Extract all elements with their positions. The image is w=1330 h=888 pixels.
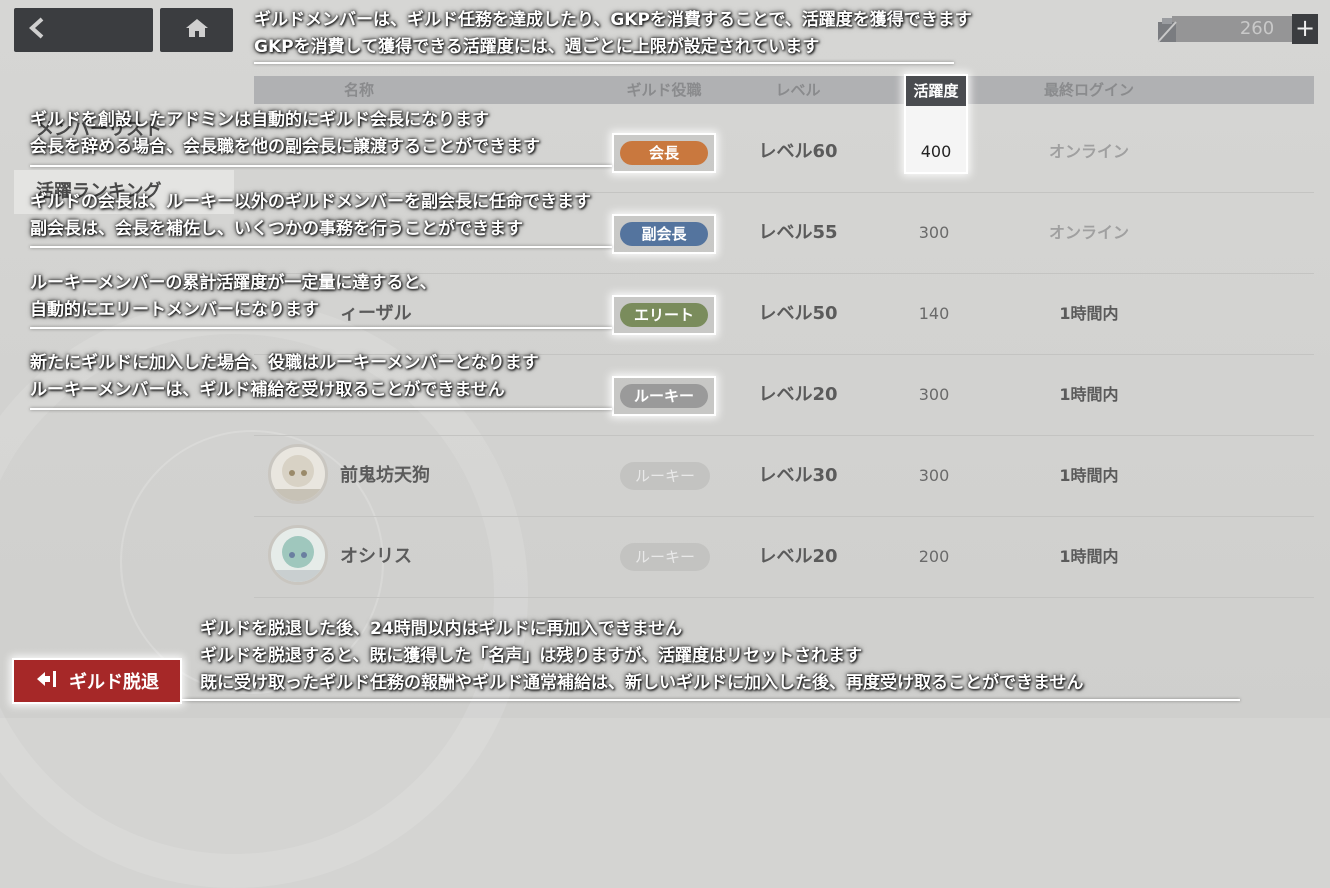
tutorial-text-leave-2: ギルドを脱退すると、既に獲得した「名声」は残りますが、活躍度はリセットされます [200,646,862,666]
role-badge-highlight-vice: 副会長 [612,214,716,254]
tutorial-text-vice-2: 副会長は、会長を補佐し、いくつかの事務を行うことができます [30,219,523,239]
role-badge: ルーキー [620,462,710,490]
leave-guild-button[interactable]: ギルド脱退 [12,658,182,704]
tutorial-underline [30,408,612,410]
member-last-login: 1時間内 [1059,466,1119,485]
tutorial-text-rookie-1: 新たにギルドに加入した場合、役職はルーキーメンバーとなります [30,353,539,373]
leave-guild-label: ギルド脱退 [69,672,159,693]
back-button[interactable] [14,8,153,52]
activity-column-highlight: 活躍度 400 [904,74,968,174]
header-level: レベル [775,81,821,99]
member-activity: 300 [918,223,950,242]
tutorial-underline [182,699,1240,701]
member-last-login: オンライン [1048,223,1129,242]
role-badge-highlight-leader: 会長 [612,133,716,173]
member-activity: 400 [920,142,952,161]
table-row[interactable]: オシリス ルーキー レベル20 200 1時間内 [254,517,1314,598]
home-icon [184,17,210,43]
header-role: ギルド役職 [626,81,702,99]
avatar [268,444,328,504]
role-badge-rookie: ルーキー [620,384,708,408]
member-level: レベル20 [758,384,838,405]
table-header: 名称 ギルド役職 レベル 最終ログイン [254,76,1314,104]
role-badge-highlight-elite: エリート [612,295,716,335]
tutorial-underline [254,62,954,64]
exit-icon [35,669,59,694]
member-level: レベル30 [758,465,838,486]
member-activity: 140 [918,304,950,323]
currency-display: 260 + [1152,10,1318,48]
role-badge-vice: 副会長 [620,222,708,246]
member-activity: 200 [918,547,950,566]
member-activity: 300 [918,385,950,404]
tutorial-text-leader-1: ギルドを創設したアドミンは自動的にギルド会長になります [30,110,489,130]
tutorial-text-leave-3: 既に受け取ったギルド任務の報酬やギルド通常補給は、新しいギルドに加入した後、再度… [200,673,1084,693]
member-activity: 300 [918,466,950,485]
add-currency-button[interactable]: + [1292,14,1318,44]
tutorial-text-leave-1: ギルドを脱退した後、24時間以内はギルドに再加入できません [200,619,683,639]
tutorial-underline [30,327,612,329]
gkp-icon [1152,14,1184,46]
role-badge-elite: エリート [620,303,708,327]
home-button[interactable] [160,8,233,52]
header-name: 名称 [343,81,374,99]
tutorial-text-top-2: GKPを消費して獲得できる活躍度には、週ごとに上限が設定されています [254,37,820,57]
tutorial-text-elite-1: ルーキーメンバーの累計活躍度が一定量に達すると、 [30,273,437,293]
member-name: 前鬼坊天狗 [340,465,430,486]
header-last-login: 最終ログイン [1043,81,1134,99]
member-level: レベル50 [758,303,838,324]
tutorial-underline [30,246,612,248]
tutorial-text-elite-2: 自動的にエリートメンバーになります [30,300,319,320]
currency-amount: 260 [1239,18,1275,39]
tutorial-text-top-1: ギルドメンバーは、ギルド任務を達成したり、GKPを消費することで、活躍度を獲得で… [254,10,972,30]
avatar [268,525,328,585]
member-last-login: オンライン [1048,142,1129,161]
member-last-login: 1時間内 [1059,547,1119,566]
tutorial-underline [30,165,612,167]
role-badge-highlight-rookie: ルーキー [612,376,716,416]
role-badge: ルーキー [620,543,710,571]
member-last-login: 1時間内 [1059,385,1119,404]
member-level: レベル20 [758,546,838,567]
table-row[interactable]: 前鬼坊天狗 ルーキー レベル30 300 1時間内 [254,436,1314,517]
member-last-login: 1時間内 [1059,304,1119,323]
member-level: レベル55 [758,222,838,243]
tutorial-text-leader-2: 会長を辞める場合、会長職を他の副会長に譲渡することができます [30,137,540,157]
header-activity: 活躍度 [906,76,966,106]
member-level: レベル60 [758,141,838,162]
tutorial-text-vice-1: ギルドの会長は、ルーキー以外のギルドメンバーを副会長に任命できます [30,192,591,212]
back-arrow-icon [28,17,46,43]
role-badge-leader: 会長 [620,141,708,165]
member-name: オシリス [340,546,412,567]
tutorial-text-rookie-2: ルーキーメンバーは、ギルド補給を受け取ることができません [30,380,505,400]
